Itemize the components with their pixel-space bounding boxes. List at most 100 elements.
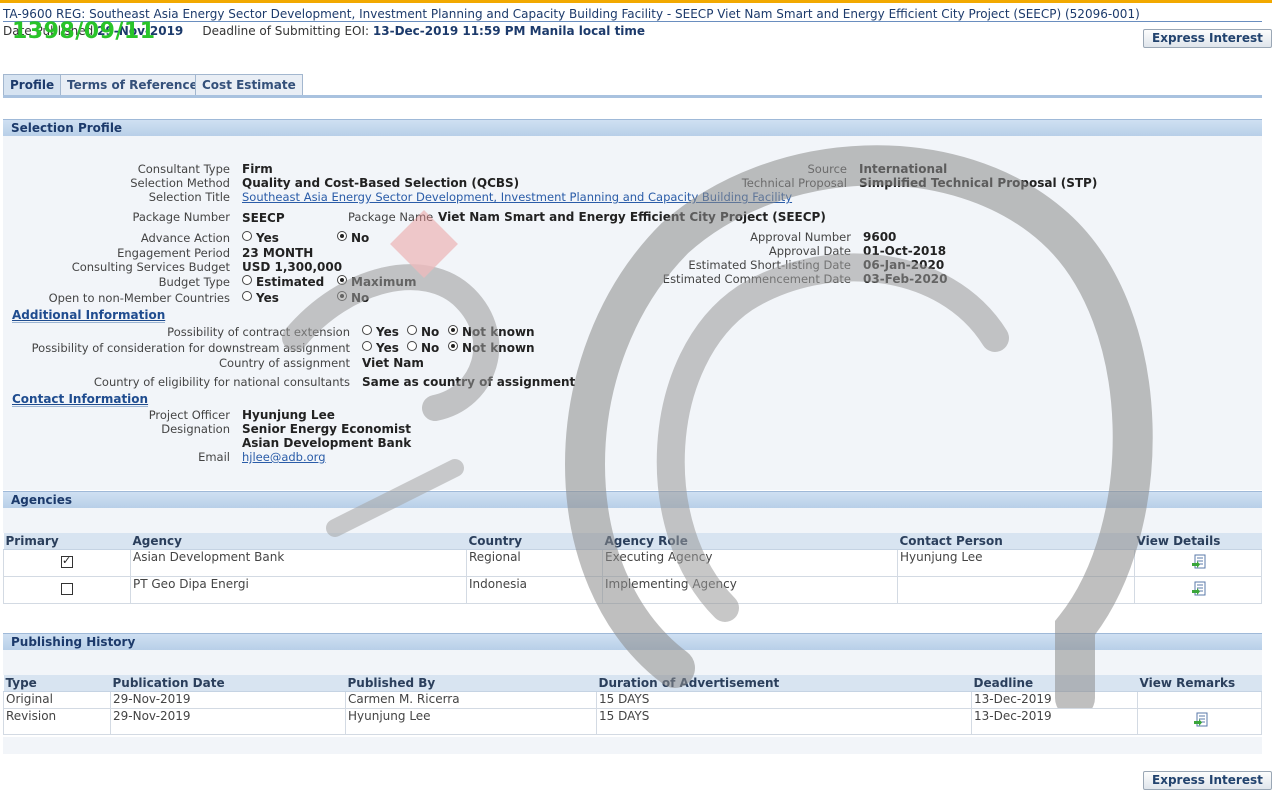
deadline-label: Deadline of Submitting EOI: [202, 24, 370, 38]
view-remarks-icon[interactable] [1193, 712, 1207, 727]
contact-cell: Hyunjung Lee [897, 549, 1135, 577]
table-row: PT Geo Dipa Energi Indonesia Implementin… [3, 576, 1262, 604]
publishing-history-table: Type Publication Date Published By Durat… [3, 675, 1262, 735]
country-cell: Regional [466, 549, 603, 577]
tab-cost-estimate[interactable]: Cost Estimate [195, 74, 303, 96]
primary-cell [3, 549, 131, 577]
radio-label: Yes [256, 231, 279, 245]
package-name-value: Viet Nam Smart and Energy Efficient City… [438, 210, 826, 224]
radio-icon [362, 341, 372, 351]
type-cell: Revision [3, 708, 111, 735]
approval-date-value: 01-Oct-2018 [863, 244, 947, 258]
country-cell: Indonesia [466, 576, 603, 604]
radio-icon [362, 325, 372, 335]
country-of-assignment-label: Country of assignment [219, 356, 350, 370]
consultant-type-value: Firm [242, 162, 273, 176]
agency-cell: PT Geo Dipa Energi [130, 576, 467, 604]
deadline-cell: 13-Dec-2019 [971, 708, 1138, 735]
radio-icon [242, 291, 252, 301]
budget-type-maximum-radio[interactable]: Maximum [337, 275, 416, 289]
view-details-cell [1134, 576, 1262, 604]
commencement-date-value: 03-Feb-2020 [863, 272, 948, 286]
engagement-period-value: 23 MONTH [242, 246, 314, 260]
engagement-period-label: Engagement Period [117, 246, 230, 260]
source-label: Source [807, 162, 848, 176]
email-label: Email [198, 450, 230, 464]
view-details-icon[interactable] [1192, 554, 1206, 568]
column-header: Published By [345, 675, 597, 692]
extension-no-radio[interactable]: No [407, 325, 439, 339]
column-header: Publication Date [110, 675, 346, 692]
designation-value: Senior Energy Economist [242, 422, 412, 436]
view-details-cell [1134, 549, 1262, 577]
radio-icon [407, 325, 417, 335]
checkbox-checked[interactable] [61, 554, 73, 568]
primary-cell [3, 576, 131, 604]
commencement-date-label: Estimated Commencement Date [662, 272, 851, 286]
view-remarks-cell [1137, 708, 1262, 735]
email-link[interactable]: hjlee@adb.org [242, 450, 326, 464]
budget-type-estimated-radio[interactable]: Estimated [242, 275, 324, 289]
date-stamp-overlay: 1398/09/11 [12, 19, 156, 44]
downstream-not-known-radio[interactable]: Not known [448, 341, 535, 355]
radio-label: Yes [376, 341, 399, 355]
downstream-assignment-label: Possibility of consideration for downstr… [31, 341, 350, 355]
duration-cell: 15 DAYS [596, 691, 972, 709]
contact-cell [897, 576, 1135, 604]
column-header: View Remarks [1137, 675, 1262, 692]
selection-title-link[interactable]: Southeast Asia Energy Sector Development… [242, 190, 792, 204]
radio-selected-icon [448, 341, 458, 351]
consultant-type-label: Consultant Type [137, 162, 230, 176]
radio-icon [242, 231, 252, 241]
view-details-icon[interactable] [1192, 581, 1206, 595]
tab-profile[interactable]: Profile [3, 74, 62, 96]
table-row: Original 29-Nov-2019 Carmen M. Ricerra 1… [3, 691, 1262, 709]
type-cell: Original [3, 691, 111, 709]
section-header-agencies: Agencies [3, 491, 1262, 508]
package-number-label: Package Number [132, 210, 230, 224]
downstream-yes-radio[interactable]: Yes [362, 341, 399, 355]
duration-cell: 15 DAYS [596, 708, 972, 735]
advance-action-yes-radio[interactable]: Yes [242, 231, 279, 245]
checkbox-unchecked[interactable] [61, 582, 73, 595]
table-row: Asian Development Bank Regional Executin… [3, 549, 1262, 577]
contact-information-link[interactable]: Contact Information [12, 392, 149, 407]
page-title: TA-9600 REG: Southeast Asia Energy Secto… [3, 7, 1140, 21]
open-non-member-no-radio[interactable]: No [337, 291, 369, 305]
approval-number-value: 9600 [863, 230, 897, 244]
section-header-publishing-history: Publishing History [3, 633, 1262, 650]
radio-label: No [351, 291, 370, 305]
extension-yes-radio[interactable]: Yes [362, 325, 399, 339]
organization-value: Asian Development Bank [242, 436, 412, 450]
country-eligibility-label: Country of eligibility for national cons… [93, 375, 350, 389]
package-number-value: SEECP [242, 211, 285, 225]
selection-title-label: Selection Title [148, 190, 230, 204]
designation-label: Designation [161, 422, 230, 436]
open-non-member-yes-radio[interactable]: Yes [242, 291, 279, 305]
additional-information-link[interactable]: Additional Information [12, 308, 166, 323]
column-header: Agency [130, 533, 467, 550]
downstream-no-radio[interactable]: No [407, 341, 439, 355]
view-remarks-cell [1137, 691, 1262, 709]
open-non-member-label: Open to non-Member Countries [48, 291, 230, 305]
column-header: Agency Role [602, 533, 898, 550]
agencies-table: Primary Agency Country Agency Role Conta… [3, 533, 1262, 604]
country-of-assignment-value: Viet Nam [362, 356, 424, 370]
column-header: Primary [3, 533, 131, 550]
technical-proposal-label: Technical Proposal [741, 176, 847, 190]
extension-not-known-radio[interactable]: Not known [448, 325, 535, 339]
radio-icon [242, 275, 252, 285]
history-footer-band [3, 737, 1262, 754]
budget-value: USD 1,300,000 [242, 260, 343, 274]
shortlisting-date-value: 06-Jan-2020 [863, 258, 945, 272]
project-officer-label: Project Officer [148, 408, 230, 422]
table-row: Revision 29-Nov-2019 Hyunjung Lee 15 DAY… [3, 708, 1262, 735]
advance-action-no-radio[interactable]: No [337, 231, 369, 245]
agencies-panel [3, 508, 1262, 533]
published-by-cell: Carmen M. Ricerra [345, 691, 597, 709]
tab-terms-of-reference[interactable]: Terms of Reference [60, 74, 205, 96]
radio-icon [407, 341, 417, 351]
source-value: International [859, 162, 948, 176]
express-interest-button-bottom[interactable]: Express Interest [1143, 771, 1272, 790]
express-interest-button-top[interactable]: Express Interest [1143, 29, 1272, 48]
